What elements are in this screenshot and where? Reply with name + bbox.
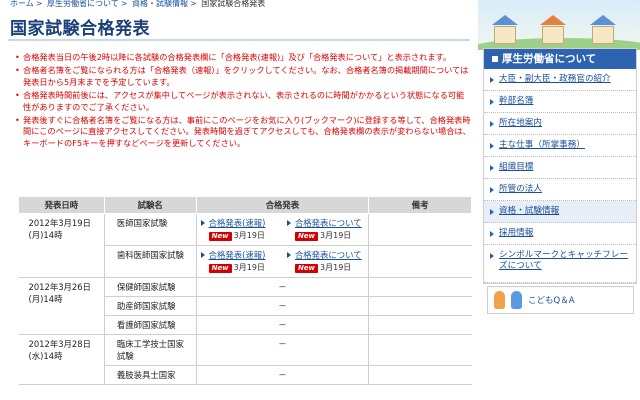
roof-shape xyxy=(590,15,616,25)
notice-item: 合格発表時間前後には、アクセスが集中してページが表示されない、表示されるのに時間… xyxy=(14,90,472,113)
header-exam: 試験名 xyxy=(103,196,197,214)
new-badge: New xyxy=(294,231,319,241)
breadcrumb-current: 国家試験合格発表 xyxy=(201,0,266,8)
sidebar-item-recruitment[interactable]: 採用情報 xyxy=(484,223,636,245)
about-cell: 合格発表について New 3月19日 xyxy=(282,245,369,278)
page-title: 国家試験合格発表 xyxy=(10,19,150,39)
house-shape xyxy=(494,26,516,44)
title-divider xyxy=(8,39,470,41)
note-cell xyxy=(368,334,472,366)
sidebar-item-qualifications[interactable]: 資格・試験情報 xyxy=(484,201,636,223)
result-pending: － xyxy=(195,296,369,316)
new-indicator: New 3月19日 xyxy=(201,262,279,274)
sidebar-item-location[interactable]: 所在地案内 xyxy=(484,113,636,135)
note-cell xyxy=(368,296,472,316)
breadcrumb-separator: > xyxy=(190,0,197,8)
new-date: 3月19日 xyxy=(320,263,352,272)
header-illustration xyxy=(478,0,640,50)
breadcrumb: ホーム > 厚生労働省について > 資格・試験情報 > 国家試験合格発表 xyxy=(0,0,470,8)
result-pending: － xyxy=(195,365,369,385)
new-badge: New xyxy=(208,231,232,241)
notice-list: 合格発表当日の午後2時以降に各試験の合格発表欄に「合格発表(速報)」及び「合格発… xyxy=(14,52,472,151)
header-note: 備考 xyxy=(368,196,472,214)
sidebar-item-duties[interactable]: 主な仕事（所掌事務） xyxy=(484,135,636,157)
result-link[interactable]: 合格発表(速報) xyxy=(201,249,279,261)
roof-shape xyxy=(492,15,518,25)
breadcrumb-separator: > xyxy=(35,0,43,8)
new-indicator: New 3月19日 xyxy=(287,262,364,274)
sidebar-header[interactable]: 厚生労働省について xyxy=(484,49,636,69)
new-date: 3月19日 xyxy=(320,231,352,240)
notice-item: 合格者名簿をご覧になられる方は「合格発表（速報）」をクリックしてください。なお、… xyxy=(14,65,472,88)
exam-name: 義肢装具士国家 xyxy=(104,365,197,385)
table-row: 2012年3月19日(月)14時 医師国家試験 合格発表(速報) New 3月19… xyxy=(18,213,472,278)
notice-item: 発表後すぐに合格者名簿をご覧になる方は、事前にこのページをお気に入り(ブックマー… xyxy=(14,115,472,149)
header-date: 発表日時 xyxy=(18,196,105,214)
note-cell xyxy=(368,277,472,297)
breadcrumb-about[interactable]: 厚生労働省について xyxy=(47,0,119,8)
sidebar-item-executives[interactable]: 幹部名簿 xyxy=(484,91,636,113)
new-indicator: New 3月19日 xyxy=(201,230,279,242)
sidebar-item-corporations[interactable]: 所管の法人 xyxy=(484,179,636,201)
exam-name: 歯科医師国家試験 xyxy=(104,245,197,278)
exam-name: 保健師国家試験 xyxy=(104,277,197,297)
result-cell: 合格発表(速報) New 3月19日 xyxy=(195,245,283,278)
result-link[interactable]: 合格発表(速報) xyxy=(201,217,279,229)
results-table: 発表日時 試験名 合格発表 備考 2012年3月19日(月)14時 医師国家試験… xyxy=(18,196,472,385)
result-cell: 合格発表(速報) New 3月19日 xyxy=(195,213,283,246)
new-badge: New xyxy=(294,263,319,273)
child-icon xyxy=(511,291,522,309)
square-bullet-icon xyxy=(492,56,498,62)
exam-name: 看護師国家試験 xyxy=(104,315,197,335)
kids-qa-banner[interactable]: こどもQ＆A xyxy=(487,286,634,314)
sidebar-item-goals[interactable]: 組織目標 xyxy=(484,157,636,179)
note-cell xyxy=(368,245,472,278)
exam-name: 医師国家試験 xyxy=(104,213,197,246)
result-pending: － xyxy=(195,315,369,335)
exam-name: 助産師国家試験 xyxy=(104,296,197,316)
child-icon xyxy=(494,291,505,309)
about-cell: 合格発表について New 3月19日 xyxy=(282,213,369,246)
notice-item: 合格発表当日の午後2時以降に各試験の合格発表欄に「合格発表(速報)」及び「合格発… xyxy=(14,52,472,64)
header-result: 合格発表 xyxy=(195,196,370,214)
announcement-date: 2012年3月26日(月)14時 xyxy=(18,277,105,335)
breadcrumb-separator: > xyxy=(120,0,128,8)
result-pending: － xyxy=(195,277,369,297)
result-pending: － xyxy=(195,334,369,366)
new-date: 3月19日 xyxy=(233,231,265,240)
roof-shape xyxy=(540,15,566,25)
exam-name: 臨床工学技士国家試験 xyxy=(104,334,197,366)
sidebar-item-ministers[interactable]: 大臣・副大臣・政務官の紹介 xyxy=(484,69,636,91)
breadcrumb-qualifications[interactable]: 資格・試験情報 xyxy=(132,0,188,8)
note-cell xyxy=(368,315,472,335)
new-indicator: New 3月19日 xyxy=(287,230,364,242)
table-row: 2012年3月26日(月)14時 保健師国家試験 － xyxy=(18,277,472,335)
house-shape xyxy=(592,26,614,44)
about-result-link[interactable]: 合格発表について xyxy=(287,217,364,229)
kids-qa-label: こどもQ＆A xyxy=(528,296,575,306)
house-shape xyxy=(542,26,564,44)
table-header-row: 発表日時 試験名 合格発表 備考 xyxy=(18,196,472,214)
note-cell xyxy=(368,365,472,385)
sidebar-item-symbol[interactable]: シンボルマークとキャッチフレーズについて xyxy=(484,245,636,283)
note-cell xyxy=(368,213,472,246)
breadcrumb-home[interactable]: ホーム xyxy=(10,0,34,8)
new-date: 3月19日 xyxy=(233,263,265,272)
table-row: 2012年3月28日(水)14時 臨床工学技士国家試験 － xyxy=(18,334,472,385)
sidebar-header-label: 厚生労働省について xyxy=(502,53,597,65)
sidebar: 厚生労働省について 大臣・副大臣・政務官の紹介 幹部名簿 所在地案内 主な仕事（… xyxy=(483,48,637,284)
about-result-link[interactable]: 合格発表について xyxy=(287,249,364,261)
new-badge: New xyxy=(208,263,232,273)
announcement-date: 2012年3月28日(水)14時 xyxy=(18,334,105,385)
announcement-date: 2012年3月19日(月)14時 xyxy=(18,213,105,278)
